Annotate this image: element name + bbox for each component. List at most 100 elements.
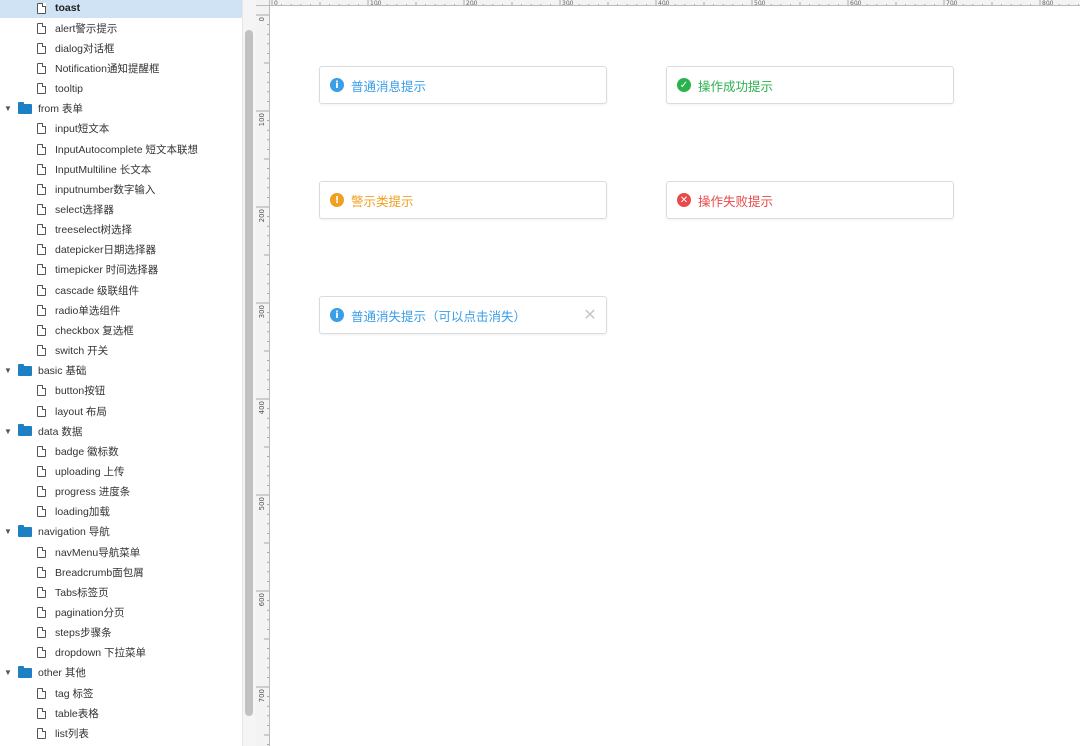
tree-item-label: Tabs标签页 <box>55 586 109 599</box>
file-icon <box>37 244 46 256</box>
tree-page-item[interactable]: pagination分页 <box>0 603 242 623</box>
tree-page-item[interactable]: InputMultiline 长文本 <box>0 159 242 179</box>
tree-item-label: button按钮 <box>55 385 106 398</box>
tree-page-item[interactable]: Tabs标签页 <box>0 582 242 602</box>
close-icon[interactable]: ✕ <box>582 307 598 323</box>
toast-closable[interactable]: i 普通消失提示（可以点击消失） ✕ <box>319 296 607 334</box>
file-icon <box>37 183 46 195</box>
tree-folder[interactable]: ▼ other 其他 <box>0 663 242 683</box>
file-icon <box>37 647 46 659</box>
file-icon <box>37 465 46 477</box>
ruler-label: 200 <box>258 209 266 222</box>
toast-warning[interactable]: ! 警示类提示 <box>319 181 607 219</box>
ruler-label: 400 <box>658 0 670 6</box>
file-icon <box>37 62 46 74</box>
tree-folder[interactable]: ▼ data 数据 <box>0 421 242 441</box>
file-icon <box>37 2 46 14</box>
toast-error[interactable]: ✕ 操作失败提示 <box>666 181 954 219</box>
design-canvas[interactable]: i 普通消息提示 ✓ 操作成功提示 ! 警示类提示 ✕ 操作失败提示 i 普通消失提示（可以点击消… <box>271 7 1080 746</box>
file-icon <box>37 83 46 95</box>
file-icon <box>37 304 46 316</box>
file-icon <box>37 607 46 618</box>
file-icon <box>37 405 46 417</box>
caret-down-icon[interactable]: ▼ <box>4 104 12 113</box>
tree-folder[interactable]: ▼ navigation 导航 <box>0 522 242 542</box>
caret-down-icon[interactable]: ▼ <box>4 668 12 677</box>
file-icon <box>37 546 46 558</box>
tree-page-item[interactable]: dialog对话框 <box>0 38 242 58</box>
file-icon <box>37 627 46 639</box>
tree-item-label: switch 开关 <box>55 345 109 358</box>
tree-item-label: tag 标签 <box>55 687 94 700</box>
tree-page-item[interactable]: select选择器 <box>0 200 242 220</box>
tree-page-item[interactable]: layout 布局 <box>0 401 242 421</box>
tree-page-item[interactable]: InputAutocomplete 短文本联想 <box>0 139 242 159</box>
tree-page-item[interactable]: switch 开关 <box>0 341 242 361</box>
tree-item-label: navigation 导航 <box>38 526 110 539</box>
caret-down-icon[interactable]: ▼ <box>4 427 12 436</box>
toast-info[interactable]: i 普通消息提示 <box>319 66 607 104</box>
tree-page-item[interactable]: list列表 <box>0 723 242 743</box>
tree-item-label: uploading 上传 <box>55 465 125 478</box>
tree-page-item[interactable]: button按钮 <box>0 381 242 401</box>
ruler-label: 500 <box>754 0 766 6</box>
toast-success[interactable]: ✓ 操作成功提示 <box>666 66 954 104</box>
page-tree-sidebar: toast alert警示提示 dialog对话框 Notification通知提醒框… <box>0 0 242 746</box>
file-icon <box>37 445 46 457</box>
tree-page-item[interactable]: Notification通知提醒框 <box>0 58 242 78</box>
tree-folder[interactable]: ▼ basic 基础 <box>0 361 242 381</box>
tree-page-item[interactable]: tooltip <box>0 79 242 99</box>
tree-page-item[interactable]: badge 徽标数 <box>0 441 242 461</box>
info-circle-icon: i <box>330 78 344 92</box>
tree-page-item[interactable]: tag 标签 <box>0 683 242 703</box>
tree-item-label: progress 进度条 <box>55 486 131 499</box>
tree-page-item[interactable]: timepicker 时间选择器 <box>0 260 242 280</box>
ruler-label: 800 <box>1042 0 1054 6</box>
tree-item-label: layout 布局 <box>55 405 107 418</box>
folder-icon <box>18 363 32 376</box>
tree-item-label: alert警示提示 <box>55 22 118 35</box>
tree-item-label: checkbox 复选框 <box>55 324 134 337</box>
tree-item-label: dropdown 下拉菜单 <box>55 647 147 660</box>
tree-page-item[interactable]: alert警示提示 <box>0 18 242 38</box>
tree-folder[interactable]: ▼ from 表单 <box>0 99 242 119</box>
tree-page-item[interactable]: inputnumber数字输入 <box>0 179 242 199</box>
file-icon <box>37 22 46 34</box>
tree-page-item[interactable]: steps步骤条 <box>0 623 242 643</box>
folder-icon <box>18 101 32 114</box>
tree-page-item[interactable]: input短文本 <box>0 119 242 139</box>
file-icon <box>37 163 46 175</box>
tree-item-label: other 其他 <box>38 667 86 680</box>
caret-down-icon[interactable]: ▼ <box>4 366 12 375</box>
tree-page-item[interactable]: treeselect树选择 <box>0 220 242 240</box>
file-icon <box>37 707 46 719</box>
warning-circle-icon: ! <box>330 193 344 207</box>
file-icon <box>37 224 46 236</box>
sidebar-scrollbar-thumb[interactable] <box>245 30 253 716</box>
tree-page-item[interactable]: table表格 <box>0 703 242 723</box>
ruler-label: 0 <box>274 0 278 6</box>
caret-down-icon[interactable]: ▼ <box>4 527 12 536</box>
file-icon <box>37 506 46 518</box>
tree-page-item[interactable]: navMenu导航菜单 <box>0 542 242 562</box>
tree-page-item[interactable]: uploading 上传 <box>0 461 242 481</box>
ruler-label: 500 <box>258 497 266 510</box>
tree-item-label: basic 基础 <box>38 365 87 378</box>
vertical-ruler: 0 100 200 300 400 500 600 700 <box>256 6 270 746</box>
tree-page-item[interactable]: loading加载 <box>0 502 242 522</box>
file-icon <box>37 264 46 276</box>
ruler-label: 400 <box>258 401 266 414</box>
file-icon <box>37 284 46 296</box>
tree-page-item[interactable]: checkbox 复选框 <box>0 320 242 340</box>
tree-page-item[interactable]: radio单选组件 <box>0 300 242 320</box>
tree-page-item[interactable]: dropdown 下拉菜单 <box>0 643 242 663</box>
tree-item-label: Breadcrumb面包屑 <box>55 566 144 579</box>
file-icon <box>37 123 46 135</box>
tree-page-item[interactable]: cascade 级联组件 <box>0 280 242 300</box>
folder-icon <box>18 665 32 678</box>
tree-page-item[interactable]: datepicker日期选择器 <box>0 240 242 260</box>
tree-page-item[interactable]: toast <box>0 0 242 18</box>
tree-item-label: tooltip <box>55 82 84 95</box>
tree-page-item[interactable]: progress 进度条 <box>0 482 242 502</box>
tree-page-item[interactable]: Breadcrumb面包屑 <box>0 562 242 582</box>
